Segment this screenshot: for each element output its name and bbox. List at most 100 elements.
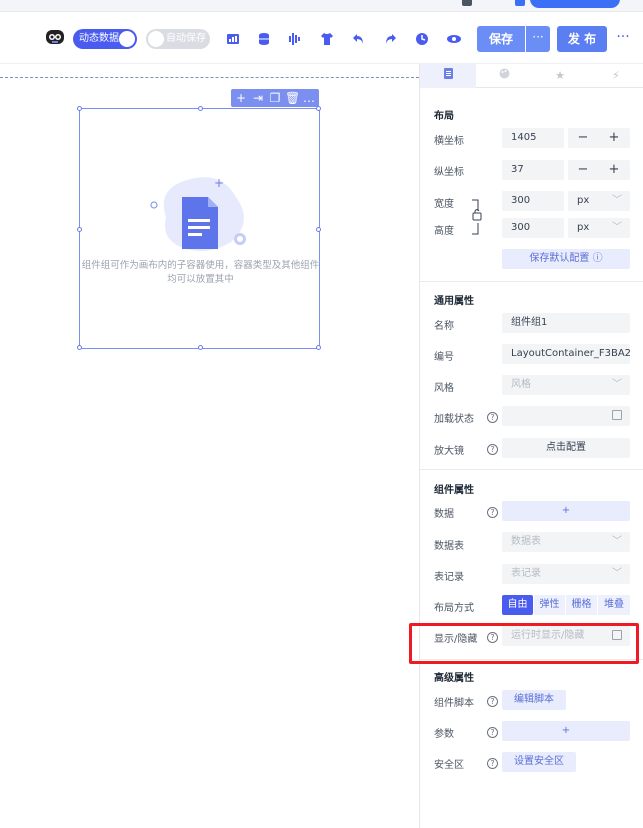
resize-handle-sw[interactable] [77,345,82,350]
star-icon: ★ [555,69,565,82]
undo-icon[interactable] [351,31,367,47]
id-label: 编号 [434,352,454,363]
resize-handle-s[interactable] [198,345,203,350]
tab-icon [515,0,525,6]
robot-icon[interactable] [44,26,66,48]
height-label: 高度 [434,226,454,237]
x-input[interactable]: 1405 [502,128,564,148]
save-button[interactable]: 保存 [477,26,525,52]
redo-icon[interactable] [382,31,398,47]
help-icon[interactable]: ? [487,507,498,518]
empty-container-hint: 组件组可作为画布内的子容器使用，容器类型及其他组件 均可以放置其中 [80,259,321,287]
resize-handle-w[interactable] [77,227,82,232]
y-plus-button[interactable]: + [599,160,629,180]
y-stepper: − + [568,160,630,180]
shirt-icon[interactable] [319,31,335,47]
height-input[interactable]: 300 [502,218,564,238]
chevron-down-icon: ﹀ [612,536,622,547]
resize-handle-ne[interactable] [316,106,321,111]
id-input[interactable]: LayoutContainer_F3BA2A0 [502,344,630,364]
help-icon[interactable]: ? [487,758,498,769]
chart-icon[interactable] [225,31,241,47]
layout-mode-free[interactable]: 自由 [502,595,533,615]
section-divider [420,281,643,282]
save-more-button[interactable]: ··· [526,26,550,52]
empty-hint-line2: 均可以放置其中 [167,274,234,285]
set-safe-area-button[interactable]: 设置安全区 [502,752,576,772]
database-icon[interactable] [256,31,272,47]
dynamic-data-label: 动态数据 [79,33,119,44]
autosave-toggle[interactable]: 自动保存 [146,29,210,49]
save-default-config-button[interactable]: 保存默认配置 ⓘ [502,249,630,269]
loading-state-input[interactable] [502,406,630,426]
panel-tabs: ★ ⚡ [420,64,643,88]
calendar-icon [612,410,622,420]
edit-script-button[interactable]: 编辑脚本 [502,690,566,710]
layout-mode-stack[interactable]: 堆叠 [598,595,630,615]
browser-top-strip [0,0,643,12]
name-input[interactable]: 组件组1 [502,313,630,333]
resize-handle-e[interactable] [316,227,321,232]
data-table-placeholder: 数据表 [511,536,541,547]
data-label: 数据 [434,509,454,520]
help-icon[interactable]: ? [487,696,498,707]
help-icon[interactable]: ? [487,412,498,423]
help-icon[interactable]: ? [487,727,498,738]
width-label: 宽度 [434,199,454,210]
help-icon[interactable]: ? [487,444,498,455]
x-minus-button[interactable]: − [568,128,598,148]
delete-icon[interactable]: 🗑 [285,89,300,107]
x-plus-button[interactable]: + [599,128,629,148]
tab-events[interactable]: ⚡ [588,64,643,88]
copy-icon[interactable]: ❐ [268,89,282,107]
resize-handle-nw[interactable] [77,106,82,111]
resize-handle-se[interactable] [316,345,321,350]
name-label: 名称 [434,321,454,332]
data-table-select[interactable]: 数据表 ﹀ [502,532,630,552]
layout-mode-flex[interactable]: 弹性 [534,595,565,615]
editor-canvas[interactable]: + ⇥ ❐ 🗑… + 组件组可作为画布内的子容器使用，容器类型及其他组件 均可以放置其… [0,64,419,828]
component-group-container[interactable]: + 组件组可作为画布内的子容器使用，容器类型及其他组件 均可以放置其中 [77,106,321,350]
history-icon[interactable] [414,31,430,47]
toolbar-overflow-button[interactable]: ··· [612,26,634,52]
width-input[interactable]: 300 [502,191,564,211]
record-label: 表记录 [434,572,464,583]
publish-button[interactable]: 发 布 [557,26,607,52]
svg-text:+: + [214,176,224,190]
empty-hint-line1: 组件组可作为画布内的子容器使用，容器类型及其他组件 [81,260,320,271]
add-icon[interactable]: + [234,89,248,107]
chevron-down-icon: ﹀ [612,195,622,206]
tab-style[interactable] [476,64,532,88]
magnifier-config-button[interactable]: 点击配置 [502,438,630,458]
advanced-section-title: 高级属性 [434,673,474,684]
save-default-config-label: 保存默认配置 [529,253,590,264]
top-pill[interactable] [530,0,620,8]
x-stepper: − + [568,128,630,148]
more-icon[interactable]: … [302,89,316,107]
help-icon: ⓘ [592,253,603,264]
component-context-toolbar: + ⇥ ❐ 🗑… [231,89,319,107]
preview-icon[interactable] [446,31,462,47]
height-unit-value: px [577,222,590,233]
dynamic-data-toggle[interactable]: 动态数据 [73,29,137,49]
add-data-button[interactable]: + [502,501,630,521]
tab-properties[interactable] [420,64,476,88]
layout-mode-grid[interactable]: 栅格 [566,595,597,615]
add-param-button[interactable]: + [502,721,630,741]
lightning-icon: ⚡ [612,69,620,82]
record-select[interactable]: 表记录 ﹀ [502,564,630,584]
window-icon [462,0,472,6]
magnifier-label: 放大镜 [434,446,464,457]
y-label: 纵坐标 [434,167,464,178]
waveform-icon[interactable] [287,31,303,47]
tab-favorites[interactable]: ★ [532,64,588,88]
y-input[interactable]: 37 [502,160,564,180]
height-unit-select[interactable]: px ﹀ [568,218,630,238]
width-unit-select[interactable]: px ﹀ [568,191,630,211]
y-minus-button[interactable]: − [568,160,598,180]
resize-handle-n[interactable] [198,106,203,111]
export-icon[interactable]: ⇥ [251,89,265,107]
style-select[interactable]: 风格 ﹀ [502,375,630,395]
aspect-lock-icon[interactable] [472,199,484,235]
x-label: 横坐标 [434,136,464,147]
